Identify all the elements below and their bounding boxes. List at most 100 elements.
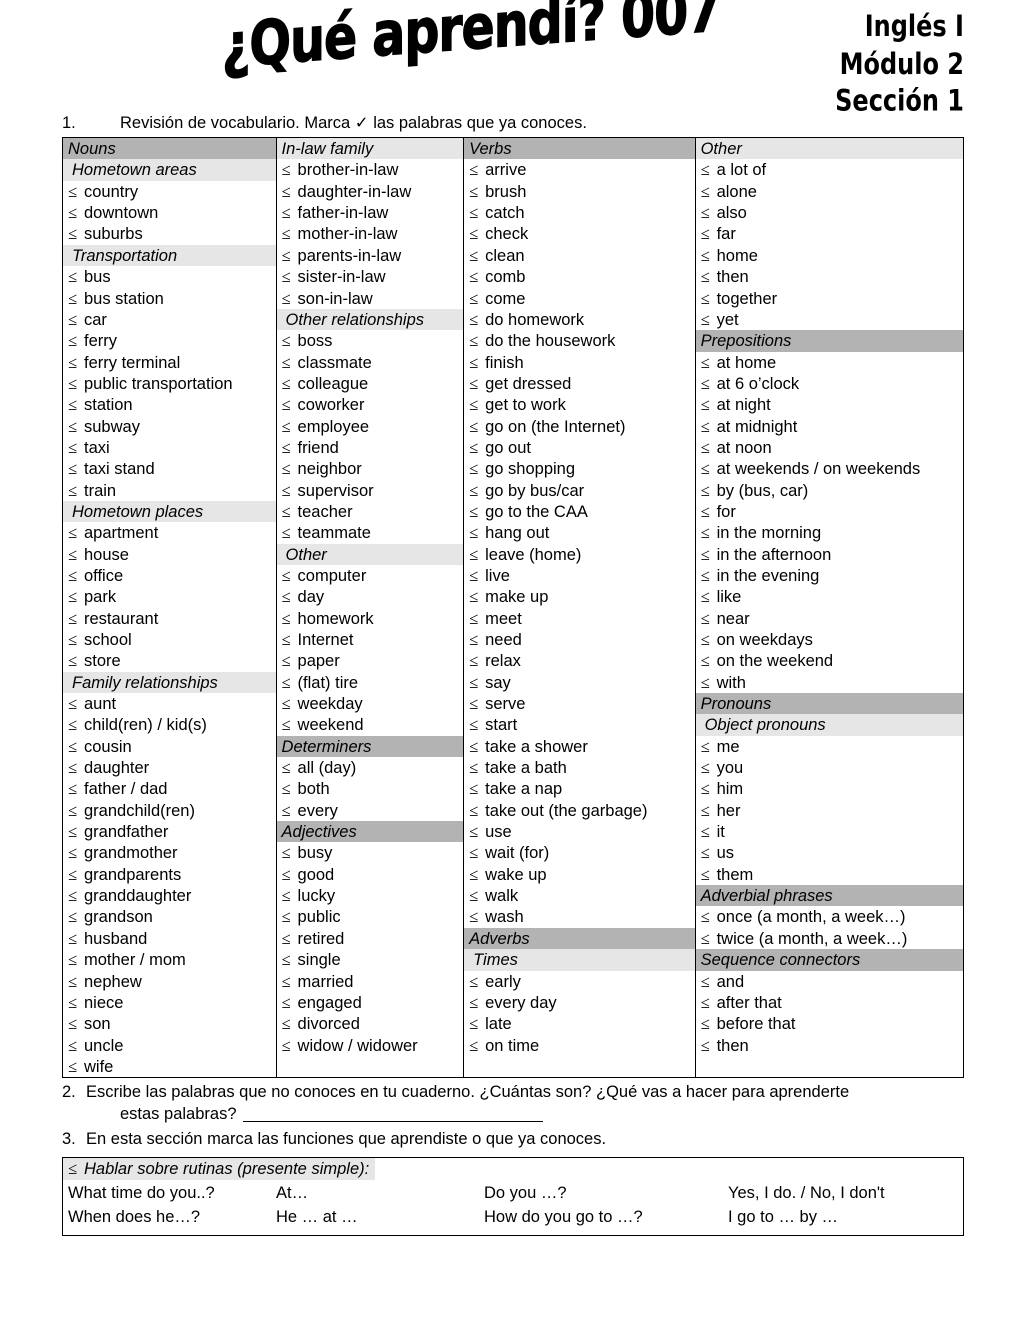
checkbox-icon[interactable]: ≤ — [68, 888, 81, 905]
vocab-item[interactable]: ≤ grandparents — [63, 864, 276, 885]
checkbox-icon[interactable]: ≤ — [68, 205, 81, 222]
vocab-item[interactable]: ≤ father-in-law — [277, 202, 464, 223]
checkbox-icon[interactable]: ≤ — [68, 994, 81, 1012]
vocab-item[interactable]: ≤ wake up — [464, 864, 694, 885]
checkbox-icon[interactable]: ≤ — [469, 439, 482, 457]
checkbox-icon[interactable]: ≤ — [68, 781, 81, 798]
vocab-item[interactable]: ≤ make up — [464, 586, 694, 607]
checkbox-icon[interactable]: ≤ — [469, 503, 482, 521]
checkbox-icon[interactable]: ≤ — [701, 162, 714, 179]
vocab-item[interactable]: ≤ take out (the garbage) — [464, 800, 694, 821]
checkbox-icon[interactable]: ≤ — [68, 738, 81, 756]
checkbox-icon[interactable]: ≤ — [68, 269, 81, 286]
vocab-item[interactable]: ≤ for — [696, 501, 963, 522]
vocab-item[interactable]: ≤ grandfather — [63, 821, 276, 842]
vocab-item[interactable]: ≤ relax — [464, 650, 694, 671]
checkbox-icon[interactable]: ≤ — [469, 269, 482, 286]
checkbox-icon[interactable]: ≤ — [701, 567, 714, 585]
vocab-item[interactable]: ≤ cousin — [63, 736, 276, 757]
vocab-item[interactable]: ≤ granddaughter — [63, 885, 276, 906]
checkbox-icon[interactable]: ≤ — [68, 610, 81, 628]
checkbox-icon[interactable]: ≤ — [701, 482, 714, 500]
vocab-item[interactable]: ≤ serve — [464, 693, 694, 714]
checkbox-icon[interactable]: ≤ — [469, 717, 482, 734]
checkbox-icon[interactable]: ≤ — [282, 674, 295, 692]
checkbox-icon[interactable]: ≤ — [68, 311, 81, 329]
vocab-item[interactable]: ≤ taxi — [63, 437, 276, 458]
checkbox-icon[interactable]: ≤ — [469, 1037, 482, 1055]
vocab-item[interactable]: ≤ go to the CAA — [464, 501, 694, 522]
vocab-item[interactable]: ≤ brush — [464, 181, 694, 202]
checkbox-icon[interactable]: ≤ — [701, 994, 714, 1012]
checkbox-icon[interactable]: ≤ — [701, 589, 714, 606]
checkbox-icon[interactable]: ≤ — [701, 546, 714, 564]
checkbox-icon[interactable]: ≤ — [282, 461, 295, 478]
checkbox-icon[interactable]: ≤ — [701, 269, 714, 286]
vocab-item[interactable]: ≤ and — [696, 971, 963, 992]
checkbox-icon[interactable]: ≤ — [469, 610, 482, 628]
vocab-item[interactable]: ≤ grandmother — [63, 842, 276, 863]
vocab-item[interactable]: ≤ uncle — [63, 1035, 276, 1056]
checkbox-icon[interactable]: ≤ — [282, 375, 295, 393]
vocab-item[interactable]: ≤ take a bath — [464, 757, 694, 778]
vocab-item[interactable]: ≤ both — [277, 778, 464, 799]
checkbox-icon[interactable]: ≤ — [68, 290, 81, 308]
vocab-item[interactable]: ≤ weekday — [277, 693, 464, 714]
checkbox-icon[interactable]: ≤ — [282, 162, 295, 179]
checkbox-icon[interactable]: ≤ — [282, 525, 295, 542]
checkbox-icon[interactable]: ≤ — [282, 696, 295, 713]
checkbox-icon[interactable]: ≤ — [68, 546, 81, 564]
vocab-item[interactable]: ≤ (flat) tire — [277, 672, 464, 693]
vocab-item[interactable]: ≤ in the morning — [696, 522, 963, 543]
checkbox-icon[interactable]: ≤ — [469, 888, 482, 905]
vocab-item[interactable]: ≤ mother-in-law — [277, 223, 464, 244]
checkbox-icon[interactable]: ≤ — [701, 845, 714, 862]
checkbox-icon[interactable]: ≤ — [701, 973, 714, 991]
vocab-item[interactable]: ≤ brother-in-law — [277, 159, 464, 180]
checkbox-icon[interactable]: ≤ — [469, 653, 482, 670]
vocab-item[interactable]: ≤ lucky — [277, 885, 464, 906]
checkbox-icon[interactable]: ≤ — [701, 824, 714, 841]
checkbox-icon[interactable]: ≤ — [469, 632, 482, 649]
vocab-item[interactable]: ≤ school — [63, 629, 276, 650]
checkbox-icon[interactable]: ≤ — [469, 994, 482, 1012]
vocab-item[interactable]: ≤ teammate — [277, 522, 464, 543]
vocab-item[interactable]: ≤ on weekdays — [696, 629, 963, 650]
checkbox-icon[interactable]: ≤ — [282, 333, 295, 350]
vocab-item[interactable]: ≤ live — [464, 565, 694, 586]
checkbox-icon[interactable]: ≤ — [68, 952, 81, 969]
vocab-item[interactable]: ≤ get to work — [464, 394, 694, 415]
vocab-item[interactable]: ≤ bus — [63, 266, 276, 287]
checkbox-icon[interactable]: ≤ — [68, 1016, 81, 1033]
checkbox-icon[interactable]: ≤ — [282, 226, 295, 243]
checkbox-icon[interactable]: ≤ — [701, 1037, 714, 1055]
vocab-item[interactable]: ≤ at 6 o’clock — [696, 373, 963, 394]
checkbox-icon[interactable]: ≤ — [68, 760, 81, 777]
vocab-item[interactable]: ≤ public transportation — [63, 373, 276, 394]
vocab-item[interactable]: ≤ walk — [464, 885, 694, 906]
checkbox-icon[interactable]: ≤ — [701, 930, 714, 948]
vocab-item[interactable]: ≤ every — [277, 800, 464, 821]
vocab-item[interactable]: ≤ teacher — [277, 501, 464, 522]
vocab-item[interactable]: ≤ come — [464, 288, 694, 309]
vocab-item[interactable]: ≤ retired — [277, 928, 464, 949]
vocab-item[interactable]: ≤ computer — [277, 565, 464, 586]
checkbox-icon[interactable]: ≤ — [469, 696, 482, 713]
checkbox-icon[interactable]: ≤ — [282, 653, 295, 670]
vocab-item[interactable]: ≤ us — [696, 842, 963, 863]
vocab-item[interactable]: ≤ check — [464, 223, 694, 244]
vocab-item[interactable]: ≤ mother / mom — [63, 949, 276, 970]
vocab-item[interactable]: ≤ at midnight — [696, 416, 963, 437]
vocab-item[interactable]: ≤ wash — [464, 906, 694, 927]
checkbox-icon[interactable]: ≤ — [701, 760, 714, 777]
checkbox-icon[interactable]: ≤ — [469, 375, 482, 393]
checkbox-icon[interactable]: ≤ — [701, 866, 714, 884]
checkbox-icon[interactable]: ≤ — [701, 632, 714, 649]
checkbox-icon[interactable]: ≤ — [469, 738, 482, 756]
vocab-item[interactable]: ≤ park — [63, 586, 276, 607]
checkbox-icon[interactable]: ≤ — [282, 1016, 295, 1033]
checkbox-icon[interactable]: ≤ — [701, 610, 714, 628]
vocab-item[interactable]: ≤ together — [696, 288, 963, 309]
vocab-item[interactable]: ≤ twice (a month, a week…) — [696, 928, 963, 949]
checkbox-icon[interactable]: ≤ — [68, 930, 81, 948]
